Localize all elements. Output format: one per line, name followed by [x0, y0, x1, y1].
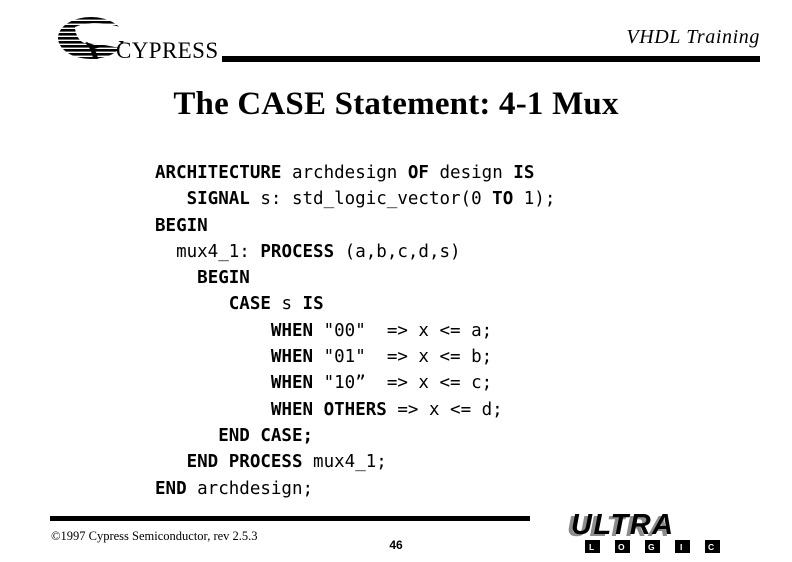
code-keyword: WHEN: [270, 347, 314, 368]
svg-text:G: G: [648, 542, 655, 552]
code-keyword: IS: [302, 294, 324, 315]
code-line: WHEN "01" => x <= b;: [155, 344, 755, 370]
code-line: BEGIN: [155, 265, 755, 291]
svg-text:I: I: [680, 542, 682, 552]
code-keyword: BEGIN: [155, 215, 208, 236]
code-keyword: ARCHITECTURE: [155, 163, 282, 183]
code-keyword: PROCESS: [260, 241, 335, 262]
code-identifier: archdesign;: [186, 478, 314, 499]
code-line: WHEN "00" => x <= a;: [155, 318, 755, 344]
slide-header: CYPRESS VHDL Training: [0, 0, 792, 72]
code-identifier: s: [270, 294, 303, 315]
code-identifier: s: std_logic_vector(0: [249, 189, 493, 210]
page-title: The CASE Statement: 4-1 Mux: [173, 86, 619, 122]
cypress-logo: CYPRESS: [57, 16, 222, 66]
code-identifier: (a,b,c,d,s): [334, 241, 461, 262]
ultra-wordmark: ULTRA: [571, 509, 675, 541]
code-keyword: OF: [407, 163, 429, 183]
code-identifier: 1);: [513, 189, 556, 210]
code-line: END CASE;: [155, 423, 755, 449]
code-keyword: SIGNAL: [186, 189, 250, 210]
code-identifier: design: [439, 163, 503, 183]
code-keyword: CASE: [228, 294, 271, 315]
code-keyword: TO: [492, 189, 514, 210]
code-identifier: mux4_1;: [302, 452, 387, 473]
code-identifier: => x <= d;: [386, 399, 503, 420]
code-keyword: END CASE;: [218, 425, 314, 446]
code-identifier: "01" => x <= b;: [313, 347, 493, 368]
code-line: ARCHITECTURE archdesign OF design IS: [155, 160, 755, 186]
code-identifier: [397, 163, 408, 183]
code-keyword: END: [155, 478, 187, 499]
svg-text:O: O: [618, 542, 625, 552]
ultra-logic-logo: ULTRA ULTRA L O G I C: [563, 509, 768, 557]
code-keyword: WHEN: [270, 373, 314, 394]
code-line: mux4_1: PROCESS (a,b,c,d,s): [155, 239, 755, 265]
code-identifier: "10” => x <= c;: [313, 373, 493, 394]
code-keyword: IS: [513, 163, 535, 183]
vhdl-code-block: ARCHITECTURE archdesign OF design IS SIG…: [155, 160, 755, 502]
header-divider-rule: [222, 56, 760, 62]
code-keyword: BEGIN: [197, 268, 250, 289]
footer-divider-rule: [50, 516, 530, 521]
code-keyword: WHEN OTHERS: [270, 399, 387, 420]
svg-text:CYPRESS: CYPRESS: [116, 38, 219, 63]
code-line: END archdesign;: [155, 476, 755, 502]
code-identifier: mux4_1:: [176, 241, 261, 262]
code-line: CASE s IS: [155, 291, 755, 317]
code-line: BEGIN: [155, 213, 755, 239]
svg-text:C: C: [708, 542, 714, 552]
code-identifier: [503, 163, 514, 183]
code-line: END PROCESS mux4_1;: [155, 449, 755, 475]
svg-text:L: L: [589, 542, 594, 552]
code-line: SIGNAL s: std_logic_vector(0 TO 1);: [155, 186, 755, 212]
code-line: WHEN OTHERS => x <= d;: [155, 397, 755, 423]
code-identifier: archdesign: [291, 163, 398, 183]
code-keyword: END PROCESS: [186, 452, 303, 473]
code-identifier: [429, 163, 440, 183]
code-identifier: [281, 163, 292, 183]
course-title: VHDL Training: [626, 26, 760, 48]
code-identifier: "00" => x <= a;: [313, 320, 493, 341]
code-line: WHEN "10” => x <= c;: [155, 370, 755, 396]
code-keyword: WHEN: [270, 320, 314, 341]
